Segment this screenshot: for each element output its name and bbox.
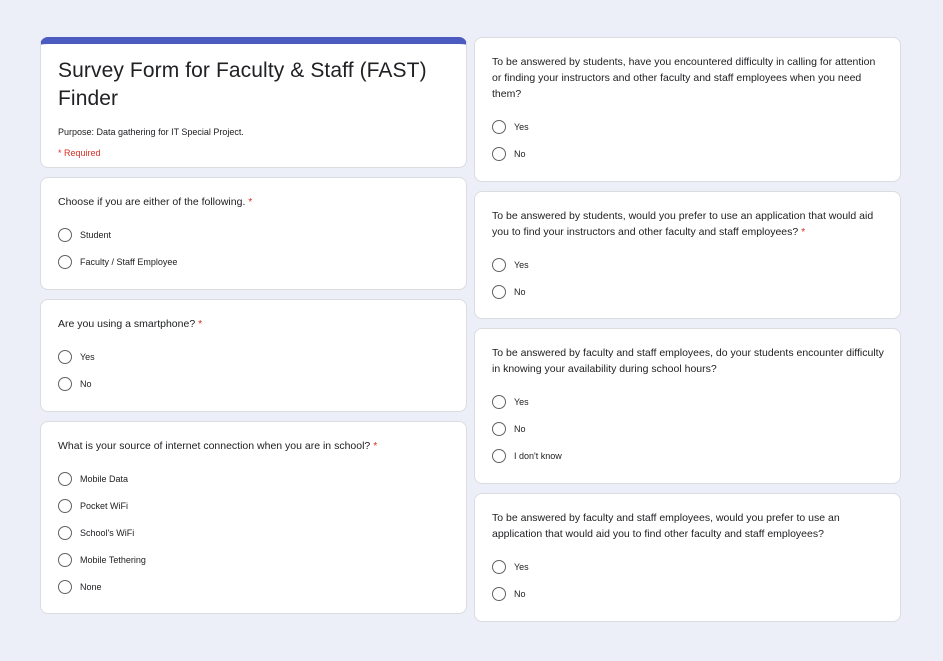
radio-option[interactable]: Pocket WiFi — [58, 493, 450, 520]
radio-option[interactable]: Yes — [492, 554, 884, 581]
radio-button-icon[interactable] — [58, 350, 72, 365]
question-label: What is your source of internet connecti… — [58, 440, 371, 452]
question-label: To be answered by students, would you pr… — [492, 210, 874, 238]
radio-button-icon[interactable] — [492, 147, 506, 162]
option-label: Pocket WiFi — [80, 501, 129, 512]
radio-option[interactable]: No — [492, 141, 884, 168]
question-label: To be answered by students, have you enc… — [492, 56, 876, 100]
option-label: I don't know — [514, 450, 562, 461]
right-question-card-3: To be answered by faculty and staff empl… — [474, 328, 901, 484]
question-text: What is your source of internet connecti… — [58, 438, 450, 454]
radio-button-icon[interactable] — [492, 120, 506, 135]
radio-option[interactable]: Yes — [58, 344, 450, 371]
option-label: Faculty / Staff Employee — [80, 257, 178, 268]
option-label: No — [80, 379, 92, 390]
radio-button-icon[interactable] — [58, 552, 72, 567]
radio-button-icon[interactable] — [58, 499, 72, 514]
option-label: None — [80, 581, 102, 592]
required-asterisk: * — [373, 440, 378, 452]
left-question-card-3: What is your source of internet connecti… — [40, 421, 467, 614]
option-label: School's WiFi — [80, 527, 135, 538]
radio-option[interactable]: I don't know — [492, 443, 884, 470]
radio-button-icon[interactable] — [492, 395, 506, 410]
question-label: To be answered by faculty and staff empl… — [492, 512, 840, 540]
question-label: Are you using a smartphone? — [58, 318, 196, 330]
right-question-card-1: To be answered by students, have you enc… — [474, 37, 901, 182]
radio-button-icon[interactable] — [492, 587, 506, 602]
radio-button-icon[interactable] — [58, 255, 72, 270]
option-label: Student — [80, 230, 112, 241]
radio-option[interactable]: No — [492, 581, 884, 608]
radio-button-icon[interactable] — [492, 422, 506, 437]
question-text: To be answered by students, have you enc… — [492, 54, 884, 102]
question-label: To be answered by faculty and staff empl… — [492, 347, 884, 375]
option-label: Yes — [514, 562, 529, 573]
radio-option[interactable]: Mobile Tethering — [58, 546, 450, 573]
option-label: No — [514, 149, 526, 160]
question-text: To be answered by students, would you pr… — [492, 208, 884, 240]
radio-option[interactable]: Mobile Data — [58, 466, 450, 493]
required-asterisk: * — [248, 196, 253, 208]
question-text: Choose if you are either of the followin… — [58, 194, 450, 210]
left-column: Survey Form for Faculty & Staff (FAST) F… — [40, 37, 467, 623]
radio-option[interactable]: School's WiFi — [58, 520, 450, 547]
right-question-card-2: To be answered by students, would you pr… — [474, 191, 901, 319]
radio-button-icon[interactable] — [492, 258, 506, 273]
option-label: Yes — [514, 397, 529, 408]
radio-button-icon[interactable] — [58, 472, 72, 487]
radio-option[interactable]: Student — [58, 222, 450, 249]
form-title: Survey Form for Faculty & Staff (FAST) F… — [58, 59, 427, 110]
option-label: No — [514, 424, 526, 435]
question-label: Choose if you are either of the followin… — [58, 196, 246, 208]
form-description: Purpose: Data gathering for IT Special P… — [58, 127, 244, 137]
right-question-card-4: To be answered by faculty and staff empl… — [474, 493, 901, 622]
radio-button-icon[interactable] — [492, 448, 506, 463]
option-label: Mobile Tethering — [80, 554, 146, 565]
radio-option[interactable]: Yes — [492, 252, 884, 279]
radio-button-icon[interactable] — [58, 579, 72, 594]
radio-button-icon[interactable] — [492, 560, 506, 575]
right-column: To be answered by students, have you enc… — [474, 37, 901, 631]
radio-button-icon[interactable] — [492, 285, 506, 300]
radio-button-icon[interactable] — [58, 377, 72, 392]
required-note: * Required — [58, 148, 101, 158]
option-label: No — [514, 287, 526, 298]
required-asterisk: * — [801, 226, 806, 238]
option-label: Yes — [514, 122, 529, 133]
option-label: No — [514, 589, 526, 600]
question-text: To be answered by faculty and staff empl… — [492, 510, 884, 542]
radio-option[interactable]: No — [492, 416, 884, 443]
radio-option[interactable]: Yes — [492, 114, 884, 141]
form-header-card: Survey Form for Faculty & Staff (FAST) F… — [40, 37, 467, 168]
option-label: Mobile Data — [80, 474, 129, 485]
radio-option[interactable]: No — [492, 279, 884, 306]
left-question-card-2: Are you using a smartphone? * Yes No — [40, 299, 467, 412]
radio-option[interactable]: Yes — [492, 389, 884, 416]
question-text: Are you using a smartphone? * — [58, 316, 450, 332]
required-asterisk: * — [198, 318, 203, 330]
question-text: To be answered by faculty and staff empl… — [492, 345, 884, 377]
left-question-card-1: Choose if you are either of the followin… — [40, 177, 467, 290]
radio-button-icon[interactable] — [58, 228, 72, 243]
option-label: Yes — [80, 352, 95, 363]
option-label: Yes — [514, 260, 529, 271]
radio-option[interactable]: Faculty / Staff Employee — [58, 249, 450, 276]
radio-option[interactable]: None — [58, 573, 450, 600]
radio-button-icon[interactable] — [58, 525, 72, 540]
radio-option[interactable]: No — [58, 371, 450, 398]
